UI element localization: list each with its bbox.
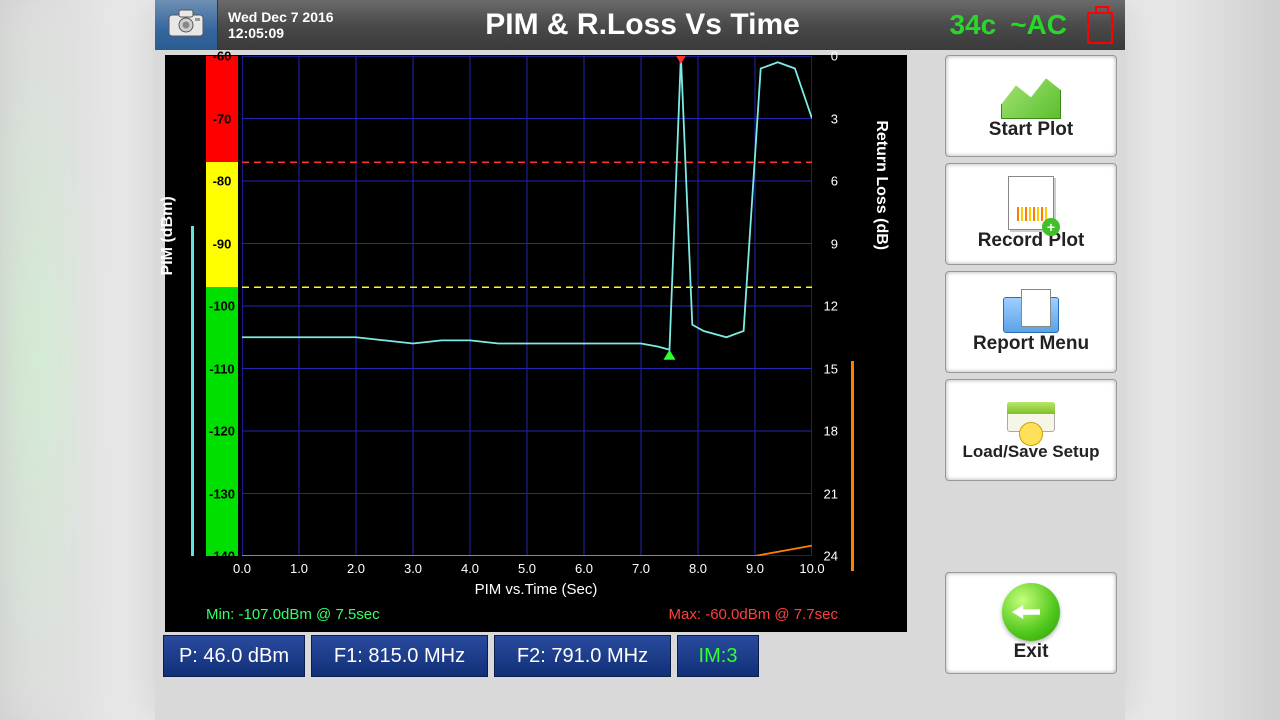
report-menu-button[interactable]: Report Menu xyxy=(945,271,1117,373)
y-left-tick: -130 xyxy=(206,486,238,501)
y-right-tick: 9 xyxy=(831,236,838,251)
power-source-readout: ~AC xyxy=(1004,9,1085,41)
y-left-tick: -120 xyxy=(206,424,238,439)
record-plot-button[interactable]: + Record Plot xyxy=(945,163,1117,265)
x-tick: 7.0 xyxy=(632,561,650,576)
chart-plot xyxy=(242,56,812,556)
y-left-tick: -90 xyxy=(206,236,238,251)
x-tick: 3.0 xyxy=(404,561,422,576)
x-tick: 10.0 xyxy=(799,561,824,576)
y-right-tick: 21 xyxy=(824,486,838,501)
battery-icon xyxy=(1085,6,1115,44)
left-axis-indicator xyxy=(191,226,194,556)
x-tick: 9.0 xyxy=(746,561,764,576)
x-tick: 1.0 xyxy=(290,561,308,576)
y-right-tick: 0 xyxy=(831,49,838,64)
chart-max-label: Max: -60.0dBm @ 7.7sec xyxy=(669,606,838,623)
x-tick: 2.0 xyxy=(347,561,365,576)
report-menu-label: Report Menu xyxy=(973,333,1089,355)
x-axis-label: PIM vs.Time (Sec) xyxy=(166,581,906,598)
header-bar: Wed Dec 7 2016 12:05:09 PIM & R.Loss Vs … xyxy=(155,0,1125,50)
status-bar: P: 46.0 dBm F1: 815.0 MHz F2: 791.0 MHz … xyxy=(163,635,940,675)
status-f2: F2: 791.0 MHz xyxy=(494,635,671,677)
y-left-tick: -110 xyxy=(206,361,238,376)
page-title: PIM & R.Loss Vs Time xyxy=(344,8,942,42)
y-right-tick: 15 xyxy=(824,361,838,376)
side-toolbar: Start Plot + Record Plot Report Menu Loa… xyxy=(945,55,1115,680)
right-axis-indicator xyxy=(851,361,854,571)
x-tick: 5.0 xyxy=(518,561,536,576)
radiation-icon xyxy=(1019,422,1043,446)
x-tick: 0.0 xyxy=(233,561,251,576)
y-right-axis-label: Return Loss (dB) xyxy=(872,120,890,250)
date-text: Wed Dec 7 2016 xyxy=(228,9,334,25)
y-left-axis-label: PIM (dBm) xyxy=(159,196,177,275)
y-left-tick: -80 xyxy=(206,174,238,189)
temperature-readout: 34c xyxy=(941,9,1004,41)
y-left-tick: -100 xyxy=(206,299,238,314)
y-right-tick: 18 xyxy=(824,424,838,439)
start-plot-label: Start Plot xyxy=(989,119,1073,141)
y-left-tick: -70 xyxy=(206,111,238,126)
y-left-tick: -60 xyxy=(206,49,238,64)
time-text: 12:05:09 xyxy=(228,25,334,41)
y-right-tick: 24 xyxy=(824,549,838,564)
datetime: Wed Dec 7 2016 12:05:09 xyxy=(218,9,344,41)
y-right-tick: 3 xyxy=(831,111,838,126)
status-f1: F1: 815.0 MHz xyxy=(311,635,488,677)
y-right-tick: 12 xyxy=(824,299,838,314)
chart-panel: -60-70-80-90-100-110-120-130-140 PIM (dB… xyxy=(165,55,907,632)
record-plot-label: Record Plot xyxy=(978,230,1085,252)
status-im: IM:3 xyxy=(677,635,759,677)
x-tick: 8.0 xyxy=(689,561,707,576)
chart-icon xyxy=(1001,71,1061,119)
plus-icon: + xyxy=(1042,218,1060,236)
device-screen: Wed Dec 7 2016 12:05:09 PIM & R.Loss Vs … xyxy=(155,0,1125,720)
back-arrow-icon xyxy=(1002,583,1060,641)
exit-button[interactable]: Exit xyxy=(945,572,1117,674)
exit-label: Exit xyxy=(1014,641,1049,663)
camera-icon xyxy=(168,9,204,42)
x-tick: 4.0 xyxy=(461,561,479,576)
status-power: P: 46.0 dBm xyxy=(163,635,305,677)
y-right-tick: 6 xyxy=(831,174,838,189)
start-plot-button[interactable]: Start Plot xyxy=(945,55,1117,157)
folder-icon xyxy=(1003,289,1059,333)
screenshot-button[interactable] xyxy=(155,0,218,50)
x-tick: 6.0 xyxy=(575,561,593,576)
load-save-setup-button[interactable]: Load/Save Setup xyxy=(945,379,1117,481)
chart-min-label: Min: -107.0dBm @ 7.5sec xyxy=(206,606,380,623)
